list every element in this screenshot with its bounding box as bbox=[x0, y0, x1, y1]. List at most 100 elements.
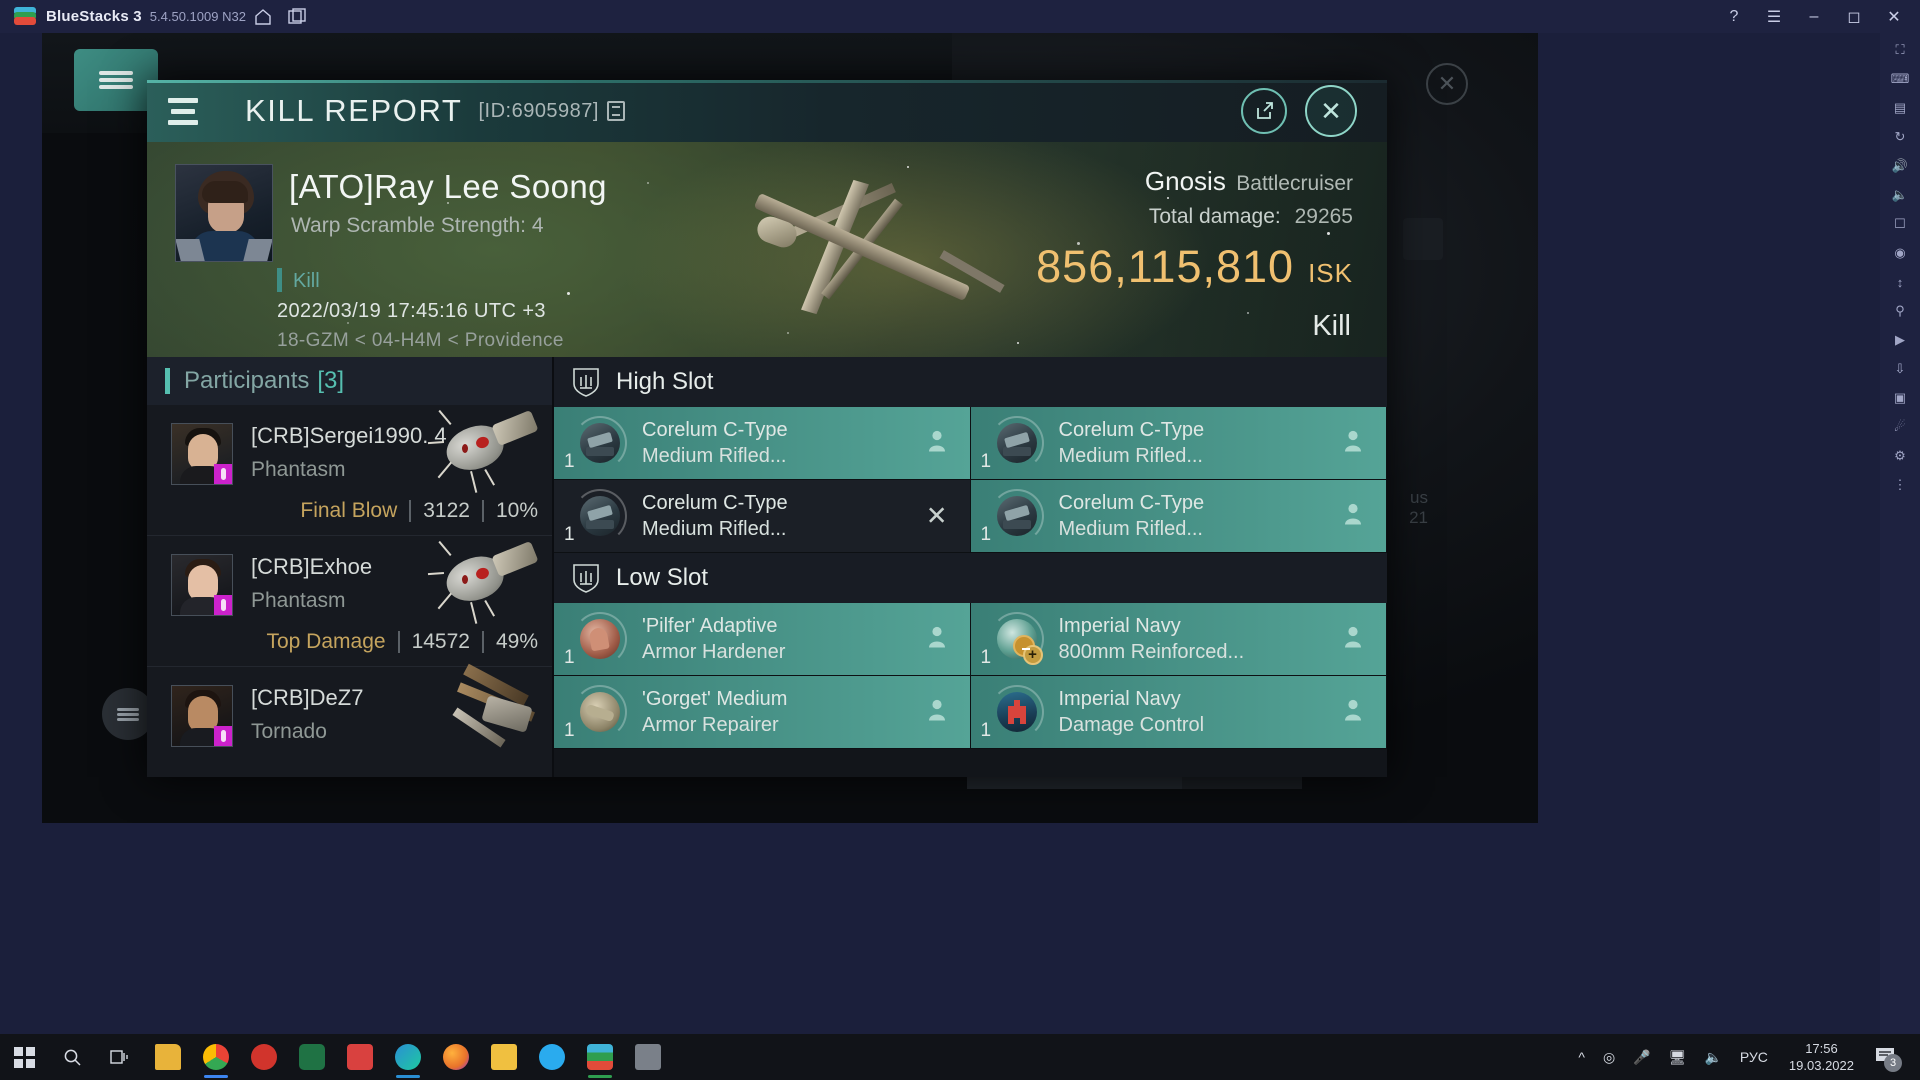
taskbar-app-mail[interactable] bbox=[336, 1034, 384, 1080]
game-menu-button[interactable] bbox=[74, 49, 158, 111]
taskbar-app-firefox[interactable] bbox=[432, 1034, 480, 1080]
volume-down-icon[interactable]: 🔈 bbox=[1887, 184, 1913, 206]
low-slot-title: Low Slot bbox=[616, 564, 709, 591]
clock-date: 19.03.2022 bbox=[1788, 1058, 1854, 1073]
background-status-number: us 21 bbox=[1409, 488, 1428, 527]
participant-ship-artwork bbox=[427, 409, 540, 493]
clock[interactable]: 17:56 19.03.2022 bbox=[1777, 1040, 1866, 1074]
home-icon[interactable] bbox=[246, 3, 280, 31]
turret-icon bbox=[989, 416, 1044, 470]
game-close-icon[interactable]: ✕ bbox=[1426, 63, 1468, 105]
settings-icon[interactable]: ⚙ bbox=[1887, 445, 1913, 467]
high-slot-header: High Slot bbox=[554, 357, 1387, 407]
module-name: Imperial Navy Damage Control bbox=[1058, 688, 1205, 736]
taskbar-app-snipping-tool[interactable] bbox=[624, 1034, 672, 1080]
dialog-body: Participants [3] [CRB]Sergei1990. 4 Phan bbox=[147, 357, 1387, 777]
module-item[interactable]: 1 Corelum C-Type Medium Rifled... bbox=[970, 480, 1387, 553]
eco-mode-icon[interactable]: ☄ bbox=[1887, 416, 1913, 438]
location-icon[interactable]: ⚲ bbox=[1887, 300, 1913, 322]
victim-avatar bbox=[175, 164, 273, 262]
task-view-icon[interactable] bbox=[96, 1034, 144, 1080]
module-item[interactable]: 1 Corelum C-Type Medium Rifled... bbox=[970, 407, 1387, 480]
shield-slot-icon bbox=[572, 562, 600, 594]
module-name: Imperial Navy 800mm Reinforced... bbox=[1058, 615, 1245, 663]
low-slot-modules: 1 'Pilfer' Adaptive Armor Hardener 1 + I… bbox=[554, 603, 1387, 749]
minimize-icon[interactable]: – bbox=[1794, 0, 1834, 33]
participant-name: [CRB]DeZ7 bbox=[251, 685, 364, 710]
network-icon[interactable]: 🖥 bbox=[1660, 1049, 1696, 1066]
module-quantity: 1 bbox=[980, 720, 992, 741]
help-icon[interactable]: ? bbox=[1714, 0, 1754, 33]
taskbar-app-microsoft-edge[interactable] bbox=[384, 1034, 432, 1080]
taskbar-app-excel[interactable] bbox=[288, 1034, 336, 1080]
fullscreen-icon[interactable]: ⛶ bbox=[1887, 39, 1913, 61]
module-item[interactable]: 1 Imperial Navy Damage Control bbox=[970, 676, 1387, 749]
taskbar-app-google-chrome[interactable] bbox=[192, 1034, 240, 1080]
language-indicator[interactable]: РУС bbox=[1731, 1049, 1777, 1065]
menu-icon[interactable]: ☰ bbox=[1754, 0, 1794, 33]
copy-icon[interactable] bbox=[606, 101, 625, 121]
hamburger-menu-icon[interactable] bbox=[147, 80, 219, 142]
avatar bbox=[171, 685, 233, 747]
participant-row[interactable]: [CRB]Sergei1990. 4 Phantasm Final Blow 3… bbox=[147, 405, 552, 536]
multi-instance-icon[interactable] bbox=[280, 3, 314, 31]
module-item[interactable]: 1 'Pilfer' Adaptive Armor Hardener bbox=[554, 603, 971, 676]
ship-name: Gnosis bbox=[1144, 166, 1226, 196]
close-icon[interactable]: ✕ bbox=[1874, 0, 1914, 33]
module-name: 'Gorget' Medium Armor Repairer bbox=[642, 688, 788, 736]
chevron-up-icon[interactable]: ^ bbox=[1569, 1049, 1594, 1065]
kill-timestamp: 2022/03/19 17:45:16 UTC +3 bbox=[277, 300, 546, 322]
rotate-icon[interactable]: ↻ bbox=[1887, 126, 1913, 148]
close-icon[interactable]: ✕ bbox=[1305, 85, 1357, 137]
fitting-panel: High Slot 1 Corelum C-Type Medium Rifled… bbox=[554, 357, 1387, 777]
keymap-icon[interactable]: ⌨ bbox=[1887, 68, 1913, 90]
system-tray: ^ ◎ 🎤 🖥 🔈 РУС 17:56 19.03.2022 3 bbox=[1569, 1040, 1920, 1074]
turret-icon bbox=[573, 489, 627, 543]
close-icon: ✕ bbox=[925, 500, 948, 531]
module-item[interactable]: 1 'Gorget' Medium Armor Repairer bbox=[554, 676, 971, 749]
bluestacks-sidebar: ⛶ ⌨ ▤ ↻ 🔊 🔈 ☐ ◉ ↕ ⚲ ▶ ⇩ ▣ ☄ ⚙ ⋮ bbox=[1880, 33, 1920, 1046]
windows-start-icon[interactable] bbox=[0, 1034, 48, 1080]
taskbar-app-telegram[interactable] bbox=[528, 1034, 576, 1080]
module-item[interactable]: 1 Corelum C-Type Medium Rifled... ✕ bbox=[554, 480, 971, 553]
page-title: KILL REPORT bbox=[245, 93, 463, 128]
camera-icon[interactable]: ◉ bbox=[1887, 242, 1913, 264]
participant-ship: Tornado bbox=[251, 720, 327, 743]
person-icon bbox=[1342, 625, 1364, 654]
gamepad-icon[interactable]: ▤ bbox=[1887, 97, 1913, 119]
maximize-icon[interactable]: ◻ bbox=[1834, 0, 1874, 33]
participant-percent: 49% bbox=[495, 630, 538, 653]
microphone-icon[interactable]: 🎤 bbox=[1624, 1049, 1659, 1066]
volume-icon[interactable]: 🔈 bbox=[1695, 1049, 1730, 1066]
media-manager-icon[interactable]: ▣ bbox=[1887, 387, 1913, 409]
shake-icon[interactable]: ↕ bbox=[1887, 271, 1913, 293]
armor-hardener-icon bbox=[573, 612, 627, 666]
notification-icon[interactable]: 3 bbox=[1866, 1045, 1910, 1072]
search-icon[interactable] bbox=[48, 1034, 96, 1080]
module-item[interactable]: 1 Corelum C-Type Medium Rifled... bbox=[554, 407, 971, 480]
bluestacks-logo-icon bbox=[14, 6, 36, 28]
macro-icon[interactable]: ▶ bbox=[1887, 329, 1913, 351]
taskbar-app-opera[interactable] bbox=[240, 1034, 288, 1080]
participant-row[interactable]: [CRB]DeZ7 Tornado bbox=[147, 663, 552, 777]
participant-row[interactable]: [CRB]Exhoe Phantasm Top Damage 14572 49% bbox=[147, 536, 552, 667]
victim-ship-info: Gnosis Battlecruiser Total damage: 29265… bbox=[1036, 166, 1353, 293]
taskbar-app-bluestacks[interactable] bbox=[576, 1034, 624, 1080]
install-apk-icon[interactable]: ⇩ bbox=[1887, 358, 1913, 380]
turret-icon bbox=[573, 416, 627, 470]
share-icon[interactable] bbox=[1241, 88, 1287, 134]
participant-name: [CRB]Sergei1990. 4 bbox=[251, 423, 447, 448]
taskbar-app-notes[interactable] bbox=[480, 1034, 528, 1080]
more-icon[interactable]: ⋮ bbox=[1887, 474, 1913, 496]
camera-icon[interactable]: ◎ bbox=[1594, 1049, 1624, 1066]
volume-up-icon[interactable]: 🔊 bbox=[1887, 155, 1913, 177]
faction-badge-icon bbox=[214, 726, 232, 746]
bluestacks-version: 5.4.50.1009 N32 bbox=[149, 9, 246, 24]
isk-unit: ISK bbox=[1308, 258, 1353, 288]
taskbar-app-file-explorer[interactable] bbox=[144, 1034, 192, 1080]
module-quantity: 1 bbox=[564, 647, 575, 668]
isk-value-row: 856,115,810 ISK bbox=[1036, 241, 1353, 293]
module-item[interactable]: 1 + Imperial Navy 800mm Reinforced... bbox=[970, 603, 1387, 676]
module-quantity: 1 bbox=[564, 451, 575, 472]
screenshot-icon[interactable]: ☐ bbox=[1887, 213, 1913, 235]
